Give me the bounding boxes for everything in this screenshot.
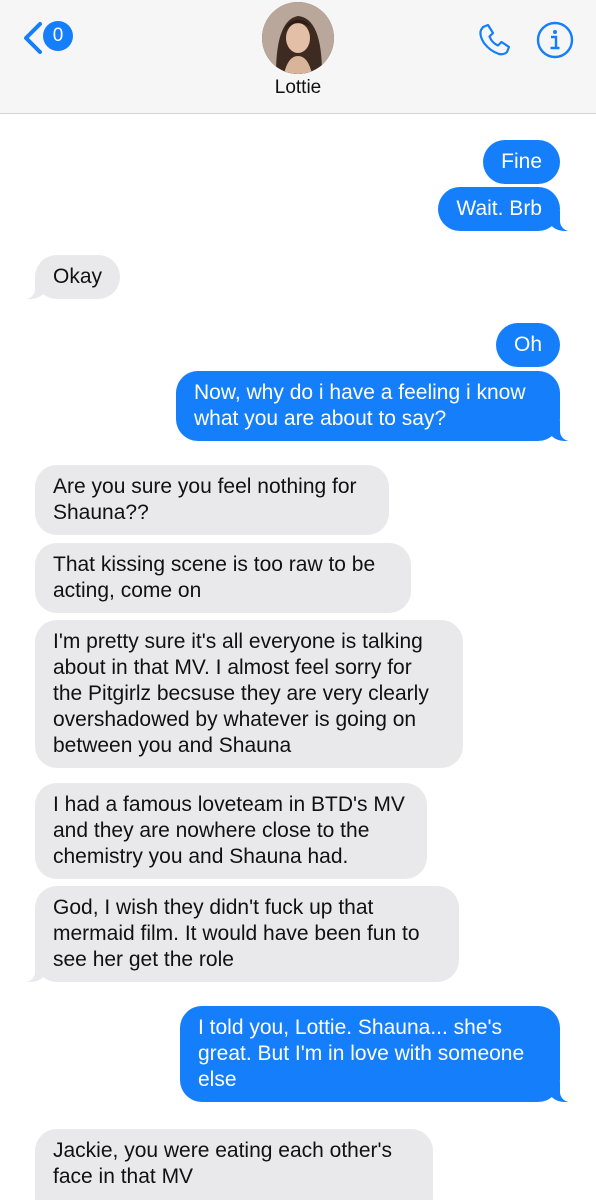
chevron-left-icon [24,22,42,54]
info-button[interactable] [535,20,575,60]
conversation-header: 0 Lottie [0,0,596,114]
message-bubble-incoming[interactable]: I had a famous loveteam in BTD's MV and … [35,783,427,879]
message-text: God, I wish they didn't fuck up that mer… [53,896,420,971]
message-text: I'm pretty sure it's all everyone is tal… [53,630,429,757]
message-text: Fine [501,150,542,173]
message-bubble-incoming[interactable]: God, I wish they didn't fuck up that mer… [15,886,459,982]
message-bubble-incoming[interactable]: Jackie, you were eating each other's fac… [35,1129,433,1200]
message-bubble-outgoing[interactable]: I told you, Lottie. Shauna... she's grea… [180,1006,580,1102]
message-text: Jackie, you were eating each other's fac… [53,1139,393,1188]
message-text: Are you sure you feel nothing for Shauna… [53,475,357,524]
message-bubble-incoming[interactable]: That kissing scene is too raw to be acti… [35,543,411,613]
call-button[interactable] [474,20,514,60]
unread-count-badge: 0 [43,21,73,51]
contact-name[interactable]: Lottie [0,77,596,99]
message-bubble-outgoing[interactable]: Now, why do i have a feeling i know what… [176,371,580,441]
message-bubble-incoming[interactable]: I'm pretty sure it's all everyone is tal… [35,620,463,768]
message-text: Okay [53,265,103,288]
message-text: Now, why do i have a feeling i know what… [194,381,526,430]
message-thread[interactable]: Fine Wait. Brb Okay Oh Now, why do i hav… [0,114,596,1200]
message-bubble-outgoing[interactable]: Oh [495,323,560,367]
phone-icon [479,23,511,56]
message-text: That kissing scene is too raw to be acti… [53,553,376,602]
back-button[interactable]: 0 [20,18,76,58]
message-bubble-incoming[interactable]: Are you sure you feel nothing for Shauna… [35,465,389,535]
avatar[interactable] [262,2,334,74]
message-text: Oh [513,333,542,356]
info-icon [536,21,574,59]
message-bubble-outgoing[interactable]: Wait. Brb [438,187,580,231]
message-bubble-incoming[interactable]: Okay [14,255,121,299]
message-text: I had a famous loveteam in BTD's MV and … [53,793,405,868]
message-bubble-outgoing[interactable]: Fine [483,140,560,184]
message-text: Wait. Brb [456,197,542,220]
message-text: I told you, Lottie. Shauna... she's grea… [198,1016,525,1091]
avatar-photo [262,2,334,74]
